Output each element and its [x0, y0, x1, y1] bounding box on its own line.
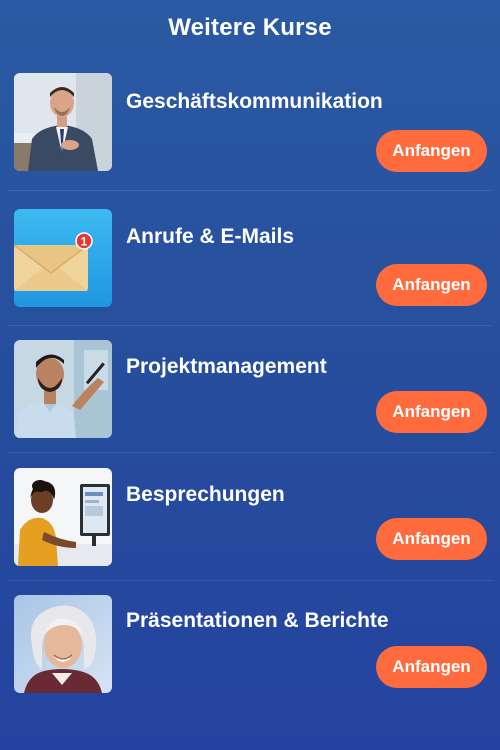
course-title: Anrufe & E-Mails: [126, 225, 295, 248]
course-title: Projektmanagement: [126, 355, 327, 378]
course-title: Geschäftskommunikation: [126, 90, 383, 113]
start-button[interactable]: Anfangen: [376, 130, 487, 172]
course-image-envelope: 1: [14, 209, 112, 307]
course-image-older-woman: [14, 595, 112, 693]
divider: [8, 452, 492, 453]
divider: [8, 190, 492, 191]
course-title: Besprechungen: [126, 483, 285, 506]
divider: [8, 580, 492, 581]
course-image-businessman: [14, 73, 112, 171]
start-button[interactable]: Anfangen: [376, 264, 487, 306]
course-image-woman-computer: [14, 468, 112, 566]
start-button[interactable]: Anfangen: [376, 518, 487, 560]
start-button[interactable]: Anfangen: [376, 391, 487, 433]
course-title: Präsentationen & Berichte: [126, 609, 389, 632]
course-list: Geschäftskommunikation Anfangen 1 Anrufe…: [0, 0, 500, 750]
notification-badge: 1: [81, 235, 88, 249]
start-button[interactable]: Anfangen: [376, 646, 487, 688]
course-image-man-writing: [14, 340, 112, 438]
divider: [8, 325, 492, 326]
